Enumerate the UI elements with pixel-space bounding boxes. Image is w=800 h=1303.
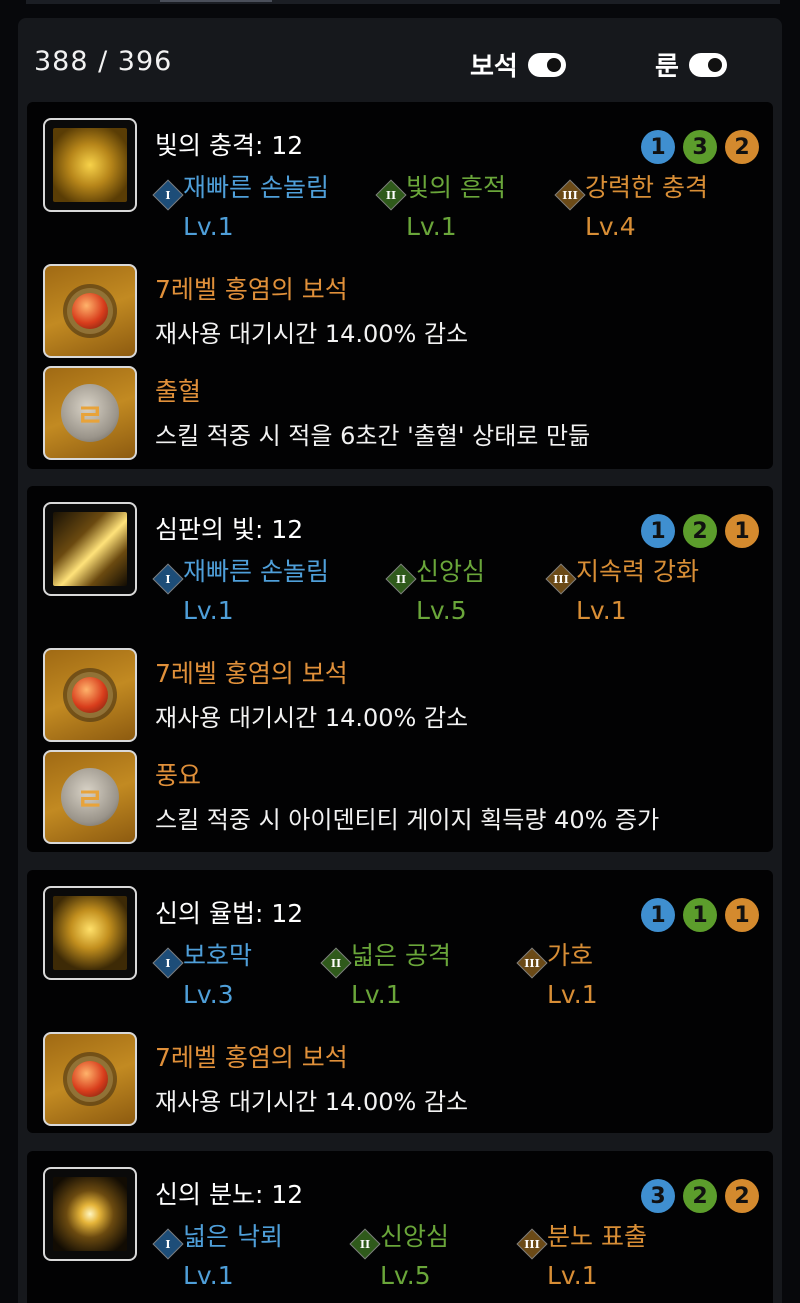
tripod-name: 넓은 낙뢰: [183, 1222, 283, 1251]
tripod-name: 강력한 충격: [585, 173, 708, 202]
tier-2-numeral: II: [330, 956, 342, 970]
gem-desc: 재사용 대기시간 14.00% 감소: [155, 704, 469, 732]
tripod-level: Lv.1: [183, 212, 234, 241]
tripod-badges: 3 2 2: [641, 1179, 759, 1213]
skill-title: 신의 분노: 12: [155, 1180, 304, 1209]
tripod-level: Lv.1: [183, 1261, 234, 1290]
tier-2-numeral: II: [395, 572, 407, 586]
rune-icon: ㄹ: [43, 366, 137, 460]
gem-toggle-switch[interactable]: [527, 52, 566, 77]
tripod-badge-1: 1: [641, 130, 675, 164]
tripod-name: 지속력 강화: [576, 557, 699, 586]
tripod-level: Lv.1: [576, 596, 627, 625]
skill-card: 신의 율법: 12 1 1 1 I 보호막 Lv.3 II 넓은 공격 Lv.1…: [27, 870, 773, 1133]
tripod-name: 보호막: [183, 941, 253, 970]
tripod-level: Lv.1: [183, 596, 234, 625]
tripod-name: 재빠른 손놀림: [183, 173, 329, 202]
tripod-level: Lv.1: [547, 980, 598, 1009]
gem-name: 7레벨 홍염의 보석: [155, 1043, 348, 1072]
skill-card: 빛의 충격: 12 1 3 2 I 재빠른 손놀림 Lv.1 II 빛의 흔적 …: [27, 102, 773, 469]
rune-toggle-switch[interactable]: [688, 52, 727, 77]
tripod-level: Lv.4: [585, 212, 636, 241]
top-tab-bar: [26, 0, 780, 4]
tripod-badge-1: 1: [641, 898, 675, 932]
tripod-name: 신앙심: [380, 1222, 450, 1251]
skill-card: 심판의 빛: 12 1 2 1 I 재빠른 손놀림 Lv.1 II 신앙심 Lv…: [27, 486, 773, 852]
tier-1-numeral: I: [165, 1237, 171, 1251]
tier-3-numeral: III: [524, 956, 540, 970]
rune-desc: 스킬 적중 시 아이덴티티 게이지 획득량 40% 증가: [155, 806, 660, 834]
rune-name: 풍요: [155, 761, 202, 790]
rune-name: 출혈: [155, 377, 202, 406]
tier-2-numeral: II: [359, 1237, 371, 1251]
tripod-level: Lv.1: [547, 1261, 598, 1290]
gem-name: 7레벨 홍염의 보석: [155, 659, 348, 688]
gem-icon: [43, 1032, 137, 1126]
skill-card: 신의 분노: 12 3 2 2 I 넓은 낙뢰 Lv.1 II 신앙심 Lv.5…: [27, 1151, 773, 1303]
gem-desc: 재사용 대기시간 14.00% 감소: [155, 320, 469, 348]
skill-icon: [43, 1167, 137, 1261]
tier-1-numeral: I: [165, 956, 171, 970]
tripod-badge-3: 2: [725, 1179, 759, 1213]
tripod-name: 넓은 공격: [351, 941, 451, 970]
skill-icon: [43, 502, 137, 596]
tripod-level: Lv.3: [183, 980, 234, 1009]
skill-title: 빛의 충격: 12: [155, 131, 304, 160]
tripod-name: 빛의 흔적: [406, 173, 506, 202]
gem-desc: 재사용 대기시간 14.00% 감소: [155, 1088, 469, 1116]
tier-3-numeral: III: [562, 188, 578, 202]
tripod-badge-1: 1: [641, 514, 675, 548]
tripod-badge-1: 3: [641, 1179, 675, 1213]
tripod-name: 재빠른 손놀림: [183, 557, 329, 586]
tripod-badge-3: 1: [725, 898, 759, 932]
tripod-badge-3: 2: [725, 130, 759, 164]
tier-3-numeral: III: [524, 1237, 540, 1251]
rune-toggle-label: 룬: [655, 52, 679, 82]
skill-title: 심판의 빛: 12: [155, 515, 304, 544]
gem-toggle[interactable]: 보석: [470, 46, 566, 83]
tripod-badge-2: 2: [683, 514, 717, 548]
rune-icon: ㄹ: [43, 750, 137, 844]
tier-1-numeral: I: [165, 572, 171, 586]
tripod-name: 신앙심: [416, 557, 486, 586]
tripod-badges: 1 1 1: [641, 898, 759, 932]
tier-2-numeral: II: [385, 188, 397, 202]
skill-gem-rune-panel: { "header": { "counter": "388 / 396", "g…: [0, 0, 800, 1303]
tripod-level: Lv.1: [406, 212, 457, 241]
tripod-badge-2: 2: [683, 1179, 717, 1213]
tier-3-numeral: III: [553, 572, 569, 586]
gem-icon: [43, 648, 137, 742]
tripod-name: 가호: [547, 941, 594, 970]
tripod-badge-2: 3: [683, 130, 717, 164]
tripod-level: Lv.5: [416, 596, 467, 625]
skill-point-counter: 388 / 396: [34, 46, 173, 77]
tripod-level: Lv.5: [380, 1261, 431, 1290]
tier-1-numeral: I: [165, 188, 171, 202]
tripod-name: 분노 표출: [547, 1222, 647, 1251]
gem-name: 7레벨 홍염의 보석: [155, 275, 348, 304]
rune-toggle[interactable]: 룬: [655, 46, 727, 83]
skill-icon: [43, 886, 137, 980]
tripod-level: Lv.1: [351, 980, 402, 1009]
active-tab-indicator[interactable]: [160, 0, 272, 2]
gem-toggle-label: 보석: [470, 52, 518, 82]
tripod-badge-2: 1: [683, 898, 717, 932]
rune-desc: 스킬 적중 시 적을 6초간 '출혈' 상태로 만듦: [155, 422, 591, 450]
tripod-badges: 1 2 1: [641, 514, 759, 548]
skill-title: 신의 율법: 12: [155, 899, 304, 928]
gem-icon: [43, 264, 137, 358]
skill-icon: [43, 118, 137, 212]
tripod-badges: 1 3 2: [641, 130, 759, 164]
tripod-badge-3: 1: [725, 514, 759, 548]
